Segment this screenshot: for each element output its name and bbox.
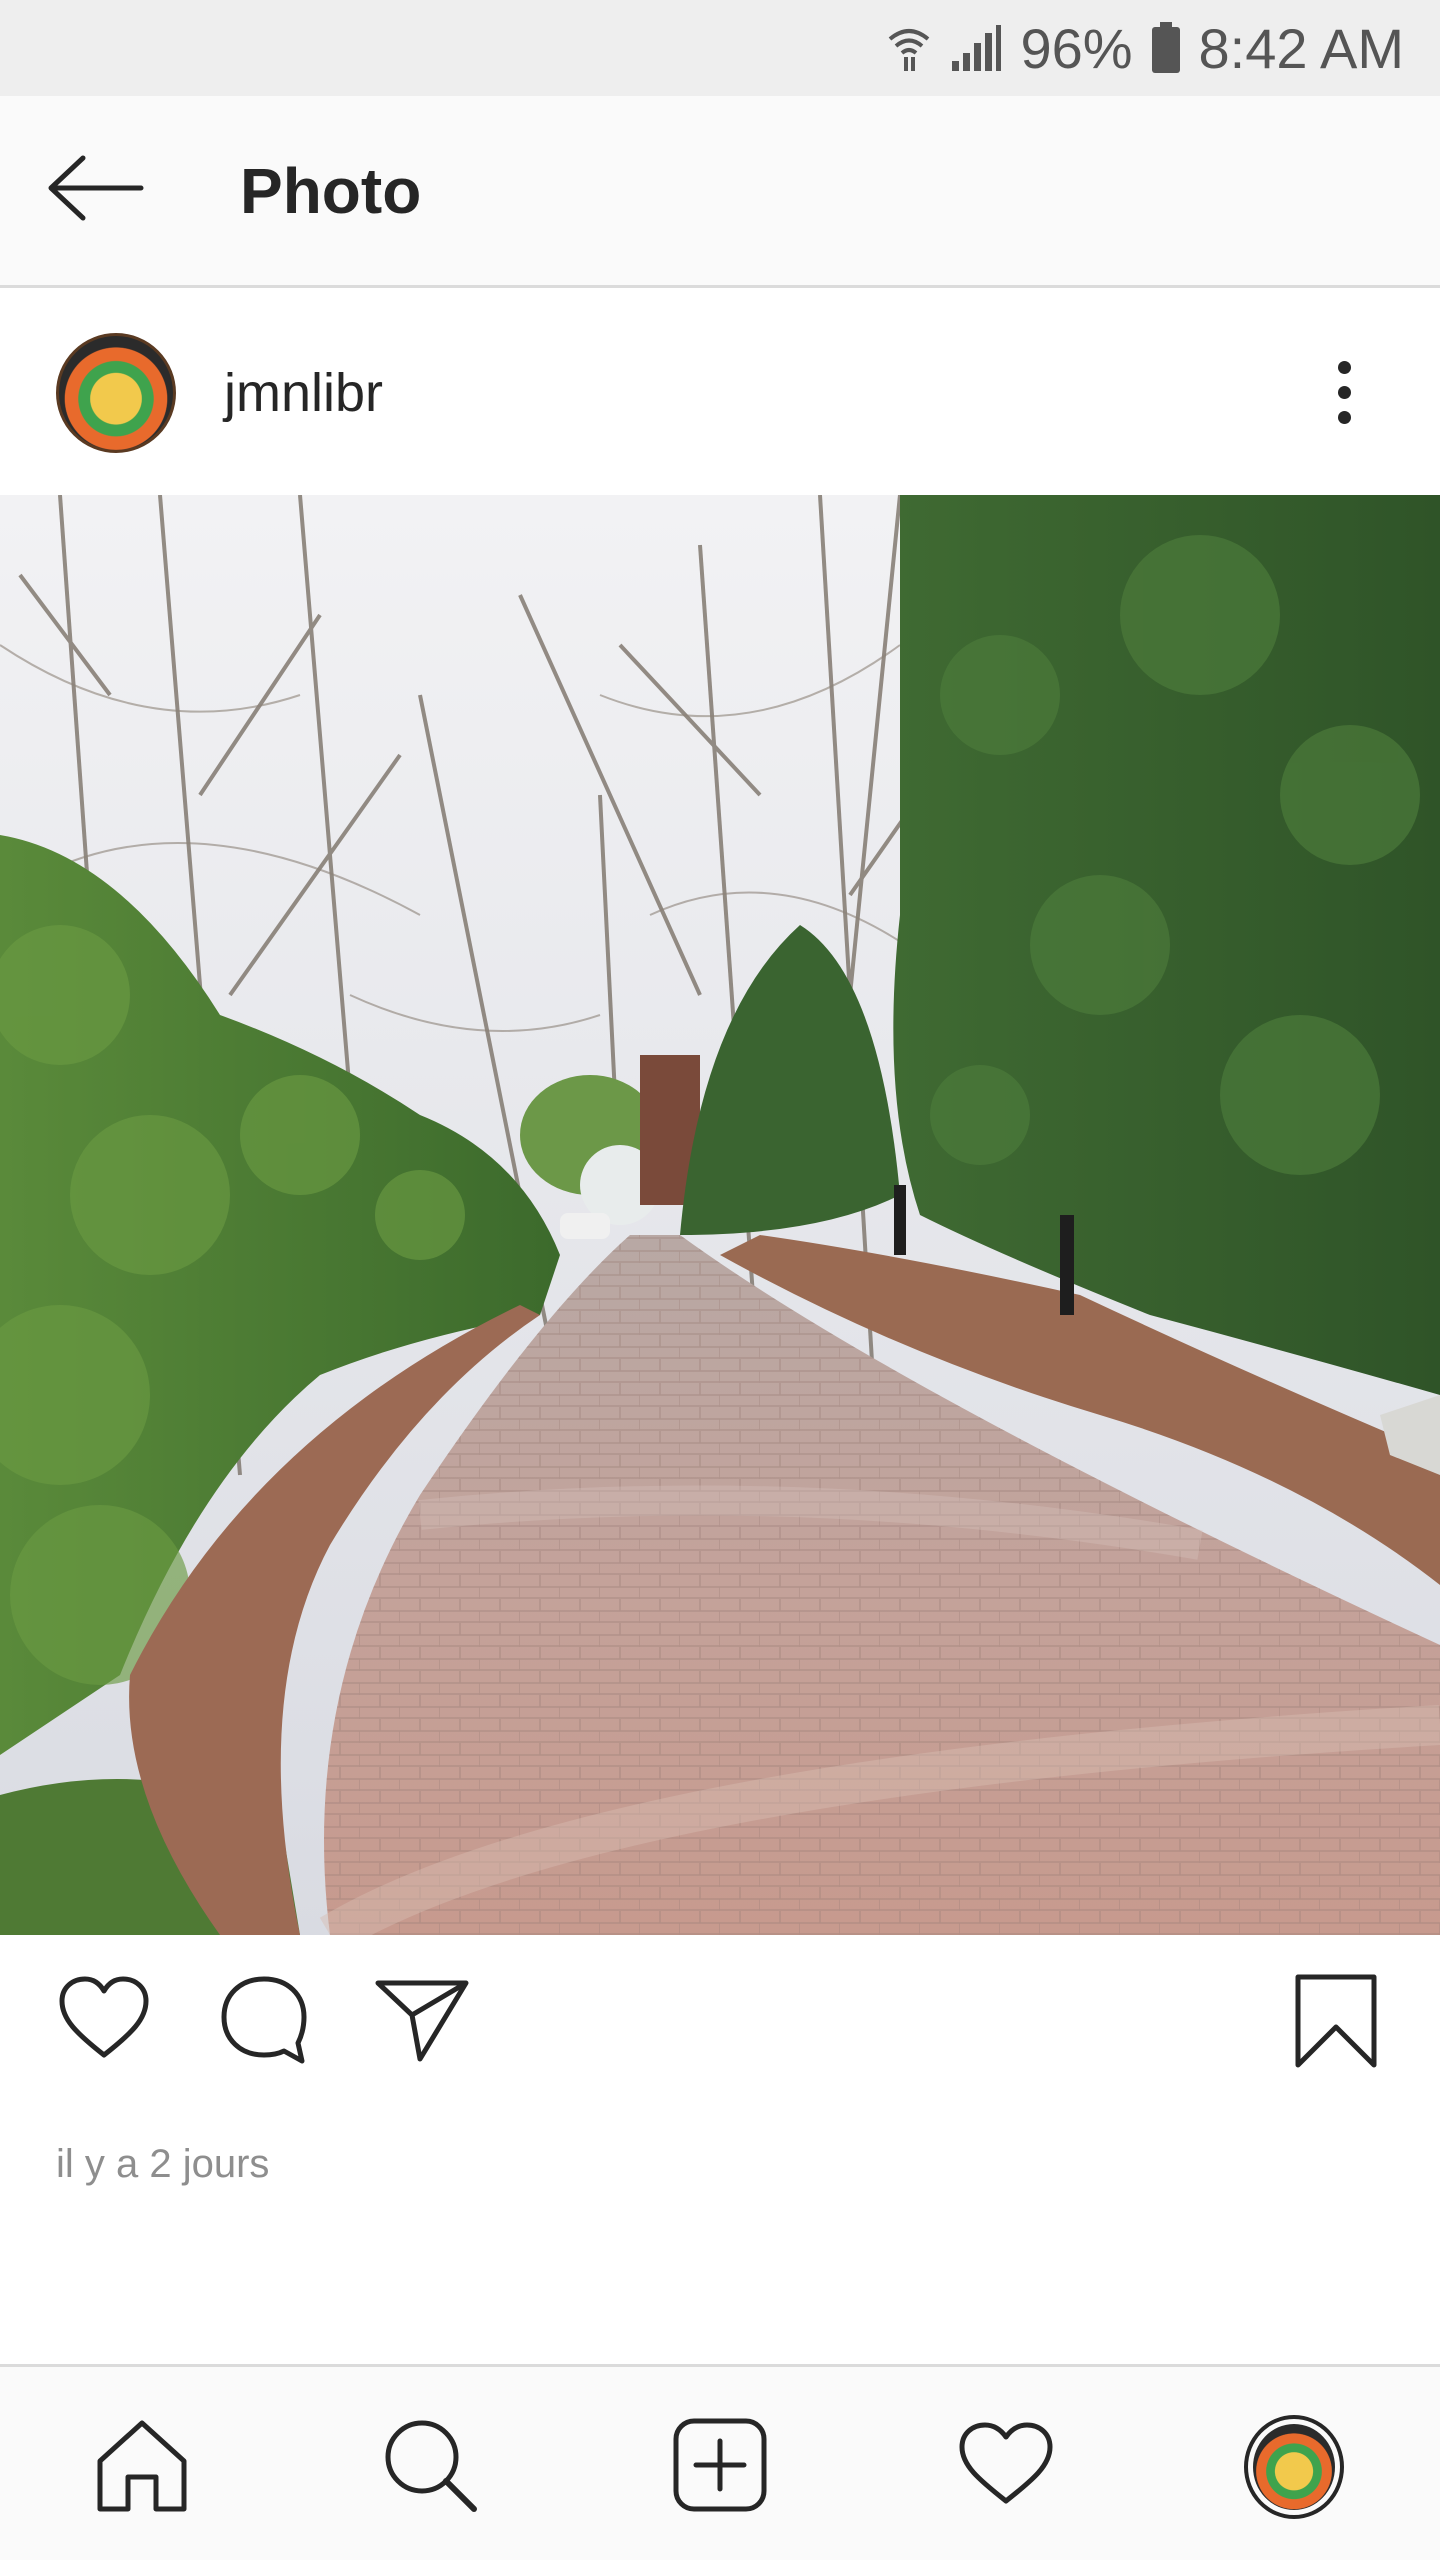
activity-heart-icon xyxy=(956,2415,1056,2520)
comment-icon xyxy=(216,1976,312,2071)
nav-profile[interactable] xyxy=(1244,2415,1344,2519)
nav-search[interactable] xyxy=(380,2417,480,2517)
bottom-nav xyxy=(0,2364,1440,2560)
page-title: Photo xyxy=(240,154,422,227)
share-icon xyxy=(374,1980,470,2071)
nav-home[interactable] xyxy=(92,2417,192,2517)
clock: 8:42 AM xyxy=(1198,16,1404,80)
post-photo[interactable] xyxy=(0,495,1440,1935)
share-button[interactable] xyxy=(374,1971,470,2072)
nav-new-post[interactable] xyxy=(670,2417,770,2517)
heart-icon xyxy=(56,1976,152,2071)
post-timestamp: il y a 2 jours xyxy=(56,2142,270,2186)
wifi-icon xyxy=(886,23,932,73)
battery-percent: 96% xyxy=(1020,16,1133,80)
avatar[interactable] xyxy=(56,332,176,453)
username[interactable]: jmnlibr xyxy=(224,362,383,424)
back-button[interactable] xyxy=(0,95,190,287)
like-button[interactable] xyxy=(56,1971,152,2072)
signal-icon xyxy=(950,23,1002,73)
top-bar: Photo xyxy=(0,96,1440,288)
search-icon xyxy=(380,2415,480,2520)
profile-avatar xyxy=(1244,2415,1344,2519)
battery-icon xyxy=(1151,22,1181,74)
home-icon xyxy=(92,2415,192,2520)
comment-button[interactable] xyxy=(216,1971,312,2072)
nav-activity[interactable] xyxy=(956,2417,1056,2517)
save-button[interactable] xyxy=(1288,1971,1384,2076)
arrow-left-icon xyxy=(45,153,145,228)
more-vertical-icon xyxy=(1337,360,1351,374)
bookmark-icon xyxy=(1288,1974,1384,2075)
post-actions xyxy=(0,1935,1440,2115)
status-bar: 96% 8:42 AM xyxy=(0,0,1440,96)
post-header: jmnlibr xyxy=(0,290,1440,495)
more-options-button[interactable] xyxy=(1304,350,1384,434)
add-post-icon xyxy=(670,2415,770,2520)
